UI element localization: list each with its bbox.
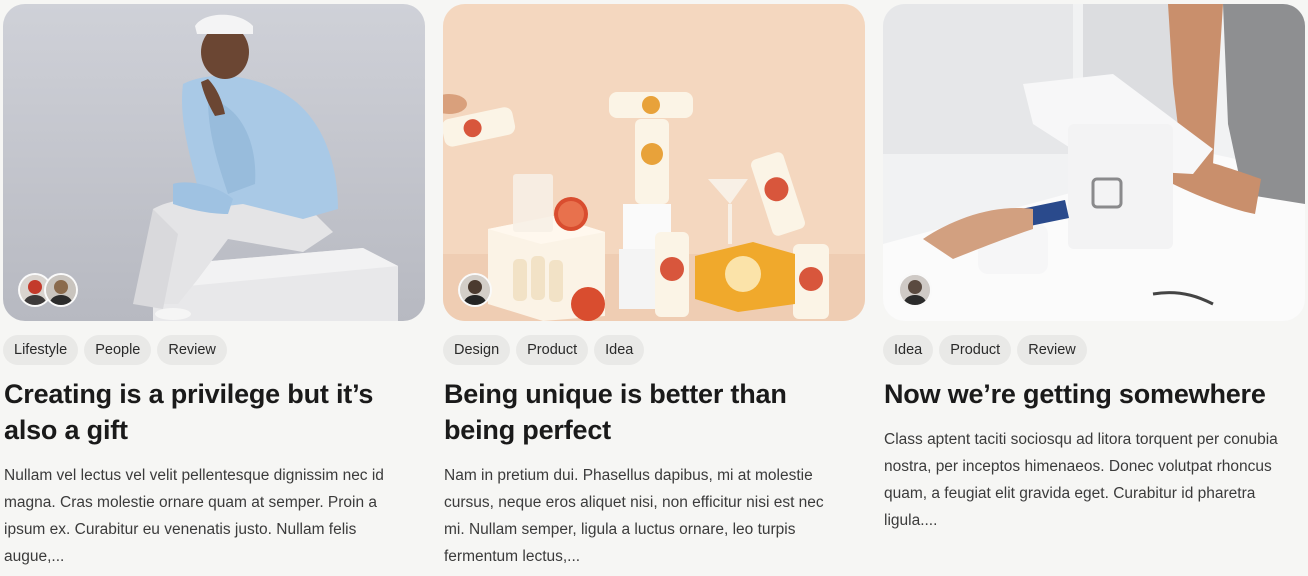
card-title[interactable]: Creating is a privilege but it’s also a … bbox=[4, 376, 404, 448]
tag-idea[interactable]: Idea bbox=[594, 335, 645, 365]
card-image-card-terminal[interactable] bbox=[883, 4, 1305, 321]
card-title[interactable]: Now we’re getting somewhere bbox=[884, 376, 1284, 412]
tag-people[interactable]: People bbox=[84, 335, 152, 365]
card-image-man-on-block[interactable] bbox=[3, 4, 425, 321]
tag-review[interactable]: Review bbox=[1017, 335, 1087, 365]
tag-product[interactable]: Product bbox=[516, 335, 589, 365]
tag-product[interactable]: Product bbox=[939, 335, 1012, 365]
blog-card-grid: Lifestyle People Review Creating is a pr… bbox=[0, 0, 1308, 576]
card-image-dandy-cans[interactable] bbox=[443, 4, 865, 321]
card-excerpt: Class aptent taciti sociosqu ad litora t… bbox=[884, 431, 1278, 529]
tag-list: Design Product Idea bbox=[443, 335, 865, 365]
card-excerpt: Nullam vel lectus vel velit pellentesque… bbox=[4, 467, 384, 565]
author-avatars bbox=[898, 273, 932, 307]
blog-card: Design Product Idea Being unique is bett… bbox=[443, 4, 865, 570]
card-title[interactable]: Being unique is better than being perfec… bbox=[444, 376, 844, 448]
blog-card: Idea Product Review Now we’re getting so… bbox=[883, 4, 1305, 534]
author-avatars bbox=[18, 273, 78, 307]
tag-design[interactable]: Design bbox=[443, 335, 511, 365]
tag-list: Lifestyle People Review bbox=[3, 335, 425, 365]
tag-idea[interactable]: Idea bbox=[883, 335, 934, 365]
tag-review[interactable]: Review bbox=[157, 335, 227, 365]
blog-card: Lifestyle People Review Creating is a pr… bbox=[3, 4, 425, 570]
author-avatars bbox=[458, 273, 492, 307]
tag-list: Idea Product Review bbox=[883, 335, 1305, 365]
avatar[interactable] bbox=[458, 273, 492, 307]
avatar[interactable] bbox=[44, 273, 78, 307]
card-excerpt: Nam in pretium dui. Phasellus dapibus, m… bbox=[444, 467, 824, 565]
tag-lifestyle[interactable]: Lifestyle bbox=[3, 335, 79, 365]
avatar[interactable] bbox=[898, 273, 932, 307]
